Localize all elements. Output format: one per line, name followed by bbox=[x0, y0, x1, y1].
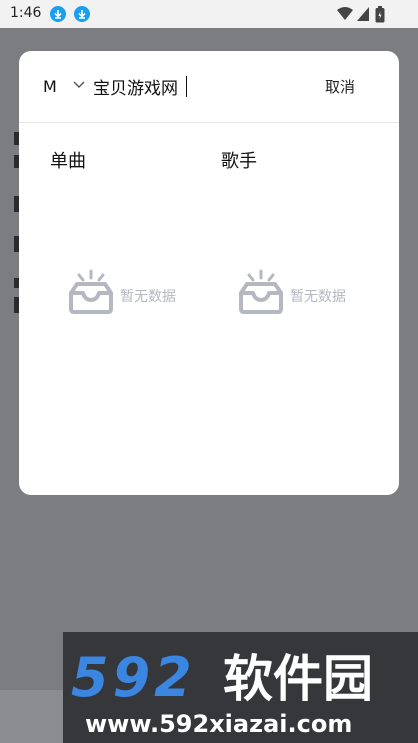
battery-icon bbox=[375, 6, 385, 23]
tab-songs[interactable]: 单曲 bbox=[50, 147, 86, 173]
download-icon bbox=[74, 6, 90, 22]
download-icon bbox=[50, 6, 66, 22]
search-mode-selector[interactable]: M bbox=[43, 77, 57, 96]
chevron-down-icon[interactable] bbox=[73, 81, 85, 89]
watermark-logo: 592 软件园 www.592xiazai.com bbox=[63, 632, 418, 743]
empty-state-songs: 暂无数据 bbox=[67, 269, 227, 319]
empty-inbox-icon bbox=[239, 269, 283, 314]
signal-icon bbox=[357, 7, 369, 21]
empty-state-label: 暂无数据 bbox=[120, 289, 176, 305]
search-dialog: M 取消 单曲 歌手 暂无数据 暂无数据 bbox=[19, 51, 399, 495]
status-bar: 1:46 bbox=[0, 0, 418, 28]
search-input[interactable] bbox=[93, 73, 293, 99]
status-time: 1:46 bbox=[10, 5, 42, 21]
search-bar: M 取消 bbox=[19, 51, 399, 123]
text-cursor bbox=[186, 76, 187, 97]
svg-text:www.592xiazai.com: www.592xiazai.com bbox=[85, 710, 352, 738]
empty-state-label: 暂无数据 bbox=[290, 289, 346, 305]
empty-inbox-icon bbox=[69, 269, 113, 314]
wifi-icon bbox=[337, 7, 353, 20]
empty-state-singers: 暂无数据 bbox=[237, 269, 397, 319]
tab-singers[interactable]: 歌手 bbox=[221, 147, 257, 173]
cancel-button[interactable]: 取消 bbox=[325, 76, 355, 97]
svg-text:592: 592 bbox=[71, 646, 196, 709]
svg-text:软件园: 软件园 bbox=[223, 650, 373, 708]
